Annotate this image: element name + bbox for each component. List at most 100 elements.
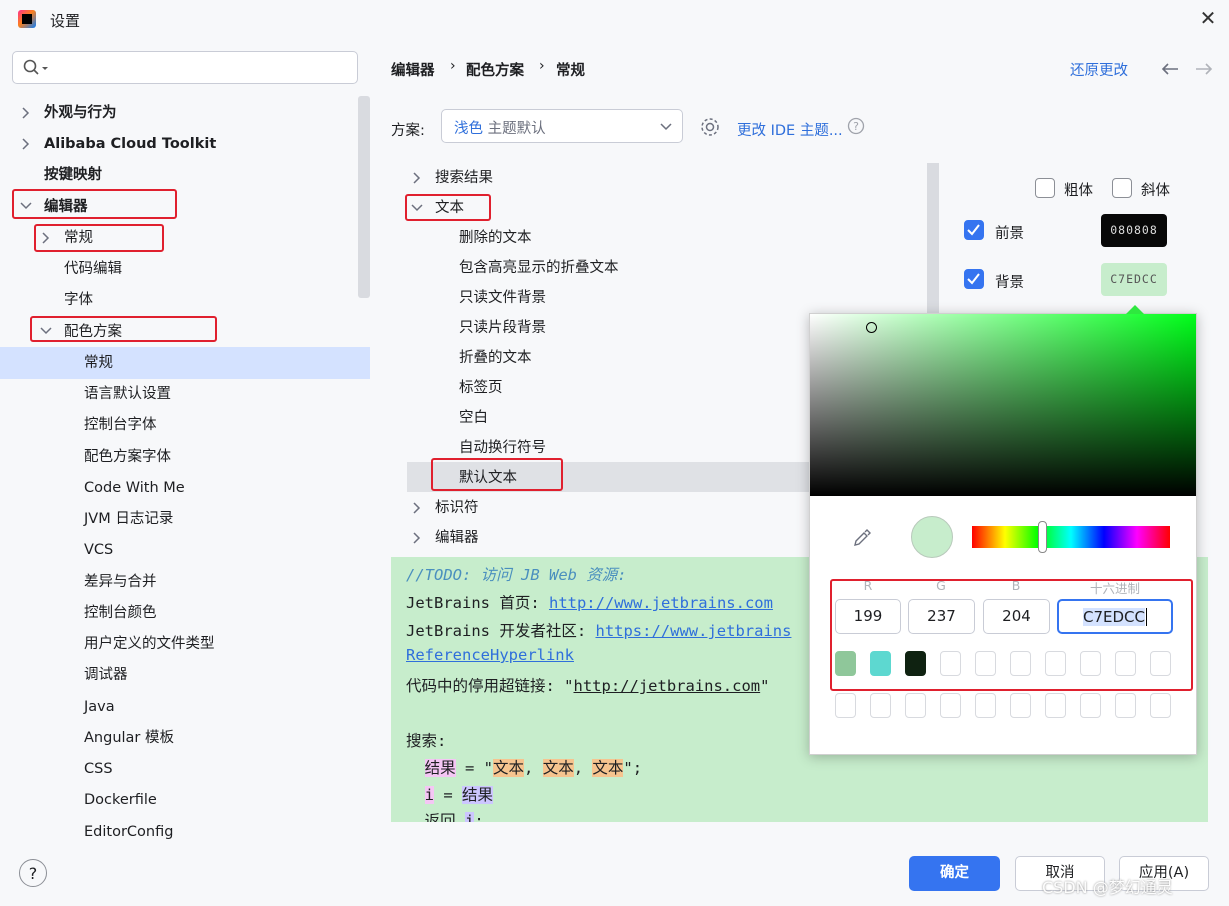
preview-text: JetBrains 首页: bbox=[406, 594, 549, 612]
svg-text:?: ? bbox=[853, 120, 859, 133]
tree-item-folded-highlight[interactable]: 包含高亮显示的折叠文本 bbox=[459, 253, 619, 283]
tree-item-editor[interactable]: 编辑器 bbox=[435, 523, 479, 553]
close-icon[interactable]: ✕ bbox=[1196, 6, 1220, 30]
empty-color-swatch[interactable] bbox=[1010, 693, 1031, 718]
sidebar-item-keymap[interactable]: 按键映射 bbox=[44, 160, 102, 190]
sidebar-item-scheme-general[interactable]: 常规 bbox=[84, 348, 113, 378]
chevron-right-icon[interactable] bbox=[411, 172, 423, 184]
hue-slider-thumb[interactable] bbox=[1038, 521, 1047, 553]
sidebar-selected-row bbox=[0, 347, 370, 379]
popup-pointer bbox=[1126, 305, 1144, 314]
hue-slider[interactable] bbox=[972, 526, 1170, 548]
empty-color-swatch[interactable] bbox=[1080, 693, 1101, 718]
chevron-right-icon[interactable] bbox=[20, 107, 32, 119]
preview-text: " bbox=[760, 677, 770, 695]
sidebar-item-java[interactable]: Java bbox=[84, 692, 115, 722]
scheme-dropdown[interactable]: 浅色 主题默认 bbox=[441, 109, 683, 143]
change-ide-theme-link[interactable]: 更改 IDE 主题... bbox=[737, 119, 843, 140]
revert-changes-link[interactable]: 还原更改 bbox=[1070, 59, 1128, 80]
empty-color-swatch[interactable] bbox=[835, 693, 856, 718]
tree-item-folded-text[interactable]: 折叠的文本 bbox=[459, 343, 532, 373]
search-icon bbox=[23, 59, 48, 75]
preview-return-word: 返回 bbox=[424, 812, 456, 822]
tree-item-readonly-file-bg[interactable]: 只读文件背景 bbox=[459, 283, 546, 313]
foreground-color-chip[interactable]: 080808 bbox=[1101, 214, 1167, 247]
preview-text-word: 文本 bbox=[542, 759, 574, 777]
empty-color-swatch[interactable] bbox=[975, 693, 996, 718]
chevron-right-icon[interactable] bbox=[20, 138, 32, 150]
sidebar-item-console-colors[interactable]: 控制台颜色 bbox=[84, 598, 157, 628]
sidebar-item-dockerfile[interactable]: Dockerfile bbox=[84, 785, 157, 815]
foreground-checkbox[interactable] bbox=[964, 220, 984, 240]
gear-icon[interactable] bbox=[699, 116, 721, 138]
preview-text: 代码中的停用超链接: " bbox=[406, 677, 574, 695]
preview-reference-link[interactable]: ReferenceHyperlink bbox=[406, 646, 574, 664]
sidebar-item-appearance[interactable]: 外观与行为 bbox=[44, 98, 117, 128]
background-color-chip[interactable]: C7EDCC bbox=[1101, 263, 1167, 296]
annotation-box bbox=[12, 189, 177, 219]
back-arrow-icon[interactable] bbox=[1160, 61, 1180, 77]
chevron-right-icon[interactable] bbox=[411, 502, 423, 514]
sidebar-item-console-font[interactable]: 控制台字体 bbox=[84, 410, 157, 440]
ok-button[interactable]: 确定 bbox=[909, 856, 1000, 891]
color-cursor[interactable] bbox=[866, 322, 877, 333]
empty-color-swatch[interactable] bbox=[870, 693, 891, 718]
background-checkbox[interactable] bbox=[964, 269, 984, 289]
empty-color-swatch[interactable] bbox=[1045, 693, 1066, 718]
eyedropper-icon[interactable] bbox=[852, 528, 872, 548]
sidebar-item-jvm-log[interactable]: JVM 日志记录 bbox=[84, 504, 173, 534]
sidebar-item-diff-merge[interactable]: 差异与合并 bbox=[84, 567, 157, 597]
chevron-down-icon bbox=[660, 123, 672, 131]
empty-color-swatch[interactable] bbox=[905, 693, 926, 718]
sidebar-item-angular[interactable]: Angular 模板 bbox=[84, 723, 174, 753]
breadcrumb-item: 常规 bbox=[556, 63, 585, 79]
preview-text-word: 文本 bbox=[592, 759, 624, 777]
tree-item-tabs[interactable]: 标签页 bbox=[459, 373, 503, 403]
tree-item-search-results[interactable]: 搜索结果 bbox=[435, 163, 493, 193]
sidebar-item-editorconfig[interactable]: EditorConfig bbox=[84, 817, 173, 847]
empty-color-swatch[interactable] bbox=[1150, 693, 1171, 718]
preview-link[interactable]: http://www.jetbrains.com bbox=[549, 594, 773, 612]
check-icon bbox=[967, 273, 980, 285]
help-circle-icon[interactable]: ? bbox=[847, 117, 865, 135]
tree-item-readonly-fragment-bg[interactable]: 只读片段背景 bbox=[459, 313, 546, 343]
scheme-value-suffix: 主题默认 bbox=[487, 121, 546, 137]
bold-checkbox[interactable] bbox=[1035, 178, 1055, 198]
check-icon bbox=[967, 224, 980, 236]
sidebar-item-file-types[interactable]: 用户定义的文件类型 bbox=[84, 629, 215, 659]
annotation-box bbox=[34, 224, 164, 252]
sidebar-item-debugger[interactable]: 调试器 bbox=[84, 660, 128, 690]
search-input[interactable] bbox=[12, 51, 358, 84]
empty-color-swatch[interactable] bbox=[1115, 693, 1136, 718]
forward-arrow-icon[interactable] bbox=[1194, 61, 1214, 77]
sidebar-item-scheme-font[interactable]: 配色方案字体 bbox=[84, 442, 171, 472]
tree-item-whitespace[interactable]: 空白 bbox=[459, 403, 488, 433]
italic-label: 斜体 bbox=[1141, 183, 1170, 199]
tree-scrollbar[interactable] bbox=[927, 163, 939, 313]
breadcrumb-item[interactable]: 配色方案 bbox=[466, 59, 524, 80]
intellij-logo-icon bbox=[18, 10, 36, 28]
preview-var-i: i bbox=[465, 812, 475, 822]
background-label: 背景 bbox=[995, 275, 1024, 291]
preview-link[interactable]: https://www.jetbrains bbox=[595, 622, 791, 640]
bold-label: 粗体 bbox=[1064, 183, 1093, 199]
breadcrumb-item[interactable]: 编辑器 bbox=[391, 59, 435, 80]
sidebar-item-code-with-me[interactable]: Code With Me bbox=[84, 473, 185, 503]
preview-text-word: 文本 bbox=[493, 759, 525, 777]
tree-item-identifiers[interactable]: 标识符 bbox=[435, 493, 479, 523]
saturation-value-area[interactable] bbox=[810, 314, 1196, 496]
preview-inactive-link: http://jetbrains.com bbox=[573, 677, 761, 695]
annotation-box bbox=[830, 579, 1193, 691]
empty-color-swatch[interactable] bbox=[940, 693, 961, 718]
help-button[interactable]: ? bbox=[19, 859, 47, 887]
sidebar-item-language-defaults[interactable]: 语言默认设置 bbox=[84, 379, 171, 409]
sidebar-item-alibaba[interactable]: Alibaba Cloud Toolkit bbox=[44, 129, 216, 159]
italic-checkbox[interactable] bbox=[1112, 178, 1132, 198]
sidebar-scrollbar[interactable] bbox=[358, 96, 370, 298]
sidebar-item-vcs[interactable]: VCS bbox=[84, 535, 113, 565]
sidebar-item-css[interactable]: CSS bbox=[84, 754, 113, 784]
chevron-right-icon[interactable] bbox=[411, 532, 423, 544]
sidebar-item-code-editing[interactable]: 代码编辑 bbox=[64, 254, 122, 284]
sidebar-item-font[interactable]: 字体 bbox=[64, 285, 93, 315]
tree-item-deleted-text[interactable]: 删除的文本 bbox=[459, 223, 532, 253]
